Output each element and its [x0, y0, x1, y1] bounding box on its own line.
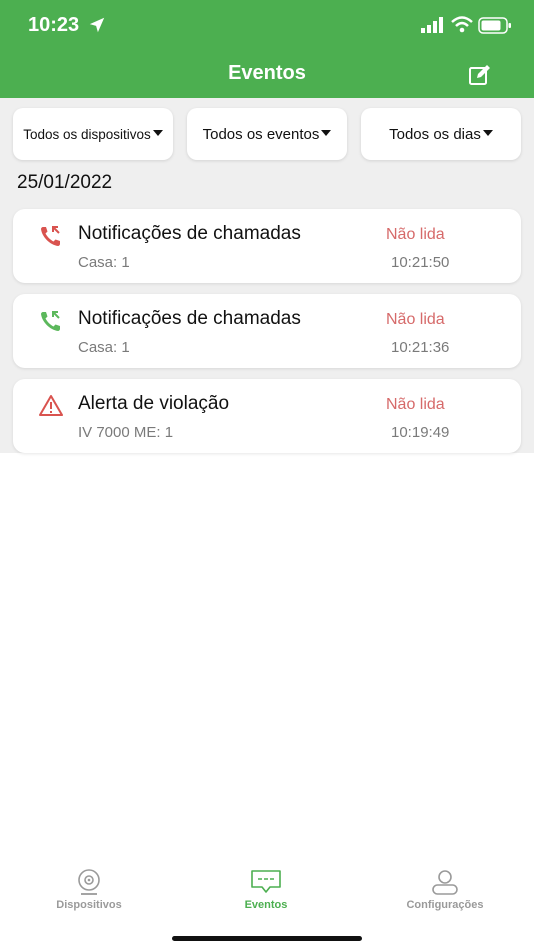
chevron-down-icon	[321, 130, 332, 136]
incoming-call-icon	[41, 311, 60, 331]
event-time: 10:21:50	[391, 254, 450, 271]
event-item[interactable]: Notificações de chamadas Não lida Casa: …	[13, 209, 521, 283]
event-item[interactable]: Alerta de violação Não lida IV 7000 ME: …	[13, 379, 521, 453]
tab-configuracoes[interactable]: Configurações	[380, 860, 510, 920]
unread-status: Não lida	[386, 396, 445, 413]
event-item[interactable]: Notificações de chamadas Não lida Casa: …	[13, 294, 521, 368]
wifi-icon	[451, 16, 473, 33]
event-source: Casa: 1	[78, 339, 130, 356]
tab-label: Eventos	[244, 899, 288, 911]
tab-eventos[interactable]: Eventos	[201, 860, 331, 920]
battery-icon	[478, 17, 511, 34]
app-header: 10:23 Eventos	[0, 0, 534, 98]
event-time: 10:19:49	[391, 424, 450, 441]
device-filter-label: Todos os dispositivos	[23, 126, 151, 142]
device-filter-dropdown[interactable]: Todos os dispositivos	[13, 108, 173, 160]
event-filter-dropdown[interactable]: Todos os eventos	[187, 108, 347, 160]
event-source: Casa: 1	[78, 254, 130, 271]
signal-icon	[421, 17, 443, 33]
tab-label: Configurações	[406, 899, 484, 911]
missed-call-icon	[41, 226, 60, 246]
event-title: Notificações de chamadas	[78, 223, 301, 244]
home-indicator	[172, 936, 362, 941]
unread-status: Não lida	[386, 226, 445, 243]
day-filter-dropdown[interactable]: Todos os dias	[361, 108, 521, 160]
unread-status: Não lida	[386, 311, 445, 328]
day-filter-label: Todos os dias	[389, 125, 481, 143]
camera-icon	[78, 869, 100, 895]
page-title: Eventos	[228, 62, 306, 84]
event-title: Notificações de chamadas	[78, 308, 301, 329]
event-time: 10:21:36	[391, 339, 450, 356]
event-filter-label: Todos os eventos	[202, 125, 320, 143]
event-source: IV 7000 ME: 1	[78, 424, 174, 441]
user-icon	[432, 870, 458, 895]
edit-icon[interactable]	[468, 63, 492, 87]
chevron-down-icon	[482, 130, 493, 136]
status-time: 10:23	[28, 14, 80, 36]
warning-icon	[39, 395, 63, 416]
event-title: Alerta de violação	[78, 393, 230, 414]
tab-dispositivos[interactable]: Dispositivos	[24, 860, 154, 920]
tab-label: Dispositivos	[56, 899, 122, 911]
chevron-down-icon	[152, 130, 163, 136]
chat-icon	[251, 870, 281, 893]
date-header: 25/01/2022	[17, 172, 113, 193]
location-arrow-icon	[89, 17, 105, 33]
